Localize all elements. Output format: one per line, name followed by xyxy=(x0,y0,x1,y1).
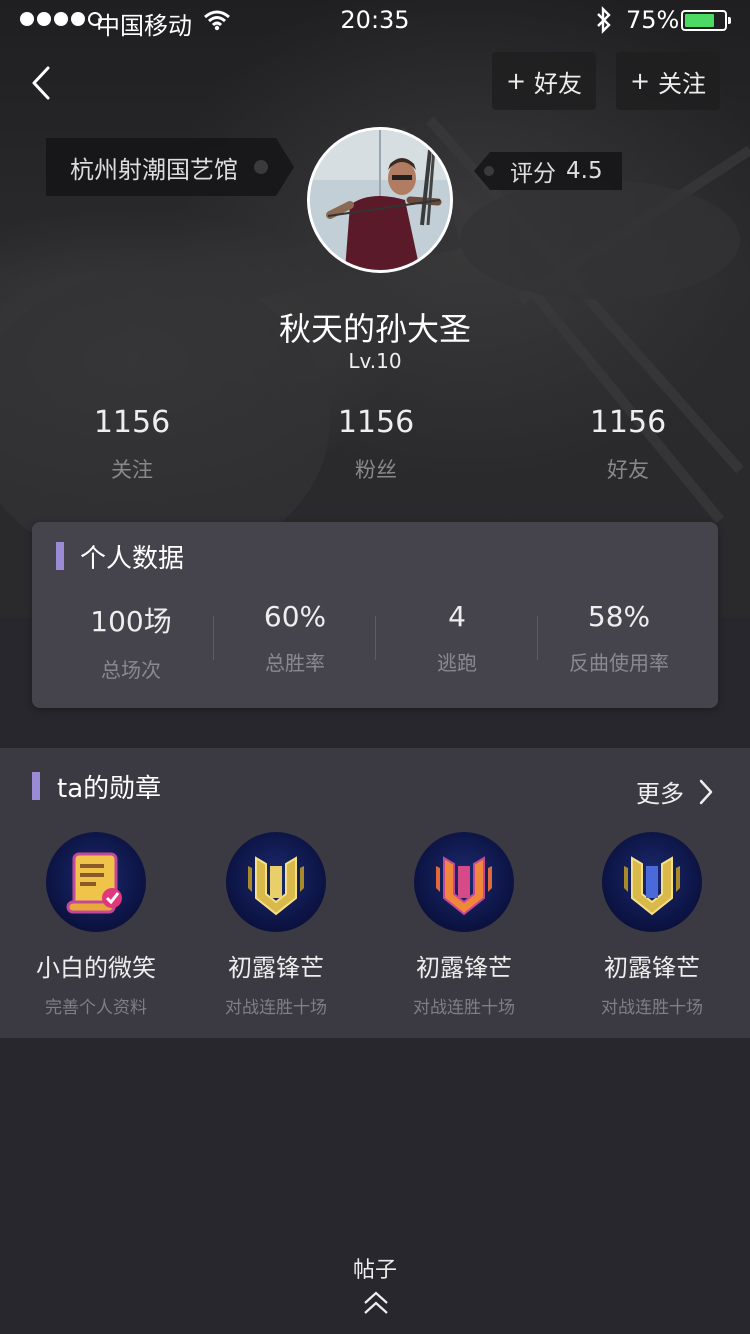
metric-label: 总胜率 xyxy=(265,651,325,675)
stat-followers[interactable]: 1156 粉丝 xyxy=(276,405,476,484)
medal-desc: 对战连胜十场 xyxy=(225,998,327,1018)
stat-label: 粉丝 xyxy=(355,458,397,482)
avatar[interactable] xyxy=(307,127,453,273)
back-arrow-icon[interactable] xyxy=(26,64,62,104)
medal-item[interactable]: 初露锋芒 对战连胜十场 xyxy=(562,832,742,1018)
medal-desc: 对战连胜十场 xyxy=(601,998,703,1018)
follow-label: 关注 xyxy=(658,69,707,98)
medal-name: 小白的微笑 xyxy=(36,954,156,982)
medal-desc: 完善个人资料 xyxy=(45,998,147,1018)
username: 秋天的孙大圣 xyxy=(278,310,471,348)
archer-avatar-image xyxy=(310,130,450,270)
section-title: 个人数据 xyxy=(80,544,185,574)
section-accent-bar xyxy=(56,542,64,570)
medal-item[interactable]: 初露锋芒 对战连胜十场 xyxy=(374,832,554,1018)
battery-percentage: 75% xyxy=(626,6,680,34)
plus-icon: + xyxy=(505,67,527,95)
stat-label: 好友 xyxy=(607,458,649,482)
medal-name: 初露锋芒 xyxy=(416,954,512,982)
medal-badge xyxy=(414,832,514,932)
medal-name: 初露锋芒 xyxy=(604,954,700,982)
metric-recurve-usage: 58% 反曲使用率 xyxy=(538,600,700,676)
follow-button[interactable]: + 关注 xyxy=(616,52,720,110)
metric-value: 4 xyxy=(448,600,466,633)
medals-section: ta的勋章 更多 小白的微笑 完善个人资料 初露锋芒 对战连胜十场 初露锋芒 对… xyxy=(0,748,750,1038)
medal-item[interactable]: 初露锋芒 对战连胜十场 xyxy=(186,832,366,1018)
rating-label: 评分 xyxy=(510,161,556,187)
add-friend-label: 好友 xyxy=(534,69,583,98)
metric-value: 60% xyxy=(263,600,327,633)
more-medals-button[interactable]: 更多 xyxy=(636,774,714,809)
personal-data-card: 个人数据 100场 总场次 60% 总胜率 4 逃跑 58% 反曲使用率 xyxy=(32,522,718,708)
chevron-right-icon xyxy=(699,779,713,804)
user-level: Lv.10 xyxy=(348,349,402,373)
shield-orange-badge-icon xyxy=(436,856,492,916)
add-friend-button[interactable]: + 好友 xyxy=(492,52,596,110)
status-bar: 中国移动 20:35 75% xyxy=(0,0,750,40)
scroll-badge-icon xyxy=(66,852,122,914)
stat-value: 1156 xyxy=(93,405,171,440)
metric-value: 100场 xyxy=(90,605,172,638)
shield-gold-blue-badge-icon xyxy=(624,856,680,916)
battery-fill xyxy=(685,14,714,27)
section-title: ta的勋章 xyxy=(57,774,162,804)
stat-friends[interactable]: 1156 好友 xyxy=(528,405,728,484)
metric-value: 58% xyxy=(587,600,651,633)
medal-badge xyxy=(602,832,702,932)
metric-total-matches: 100场 总场次 xyxy=(50,600,212,683)
metric-label: 反曲使用率 xyxy=(569,651,669,675)
stat-label: 关注 xyxy=(111,458,153,482)
metric-escapes: 4 逃跑 xyxy=(376,600,538,676)
bluetooth-icon xyxy=(597,6,611,34)
metric-win-rate: 60% 总胜率 xyxy=(214,600,376,676)
club-tag[interactable]: 杭州射潮国艺馆 xyxy=(46,138,294,196)
rating-tag: 评分 4.5 xyxy=(474,152,622,190)
rating-value: 4.5 xyxy=(566,158,603,184)
battery-icon xyxy=(681,10,731,31)
posts-tab-label[interactable]: 帖子 xyxy=(0,1252,750,1284)
metric-label: 总场次 xyxy=(101,658,161,682)
more-label: 更多 xyxy=(636,780,684,808)
medal-name: 初露锋芒 xyxy=(228,954,324,982)
stat-value: 1156 xyxy=(337,405,415,440)
metric-label: 逃跑 xyxy=(437,651,477,675)
medal-badge xyxy=(46,832,146,932)
medal-badge xyxy=(226,832,326,932)
medal-desc: 对战连胜十场 xyxy=(413,998,515,1018)
stat-value: 1156 xyxy=(589,405,667,440)
stat-following[interactable]: 1156 关注 xyxy=(32,405,232,484)
section-accent-bar xyxy=(32,772,40,800)
double-chevron-up-icon[interactable] xyxy=(363,1290,389,1316)
club-name: 杭州射潮国艺馆 xyxy=(70,155,238,184)
shield-gold-badge-icon xyxy=(248,856,304,916)
medal-item[interactable]: 小白的微笑 完善个人资料 xyxy=(6,832,186,1018)
plus-icon: + xyxy=(629,67,651,95)
